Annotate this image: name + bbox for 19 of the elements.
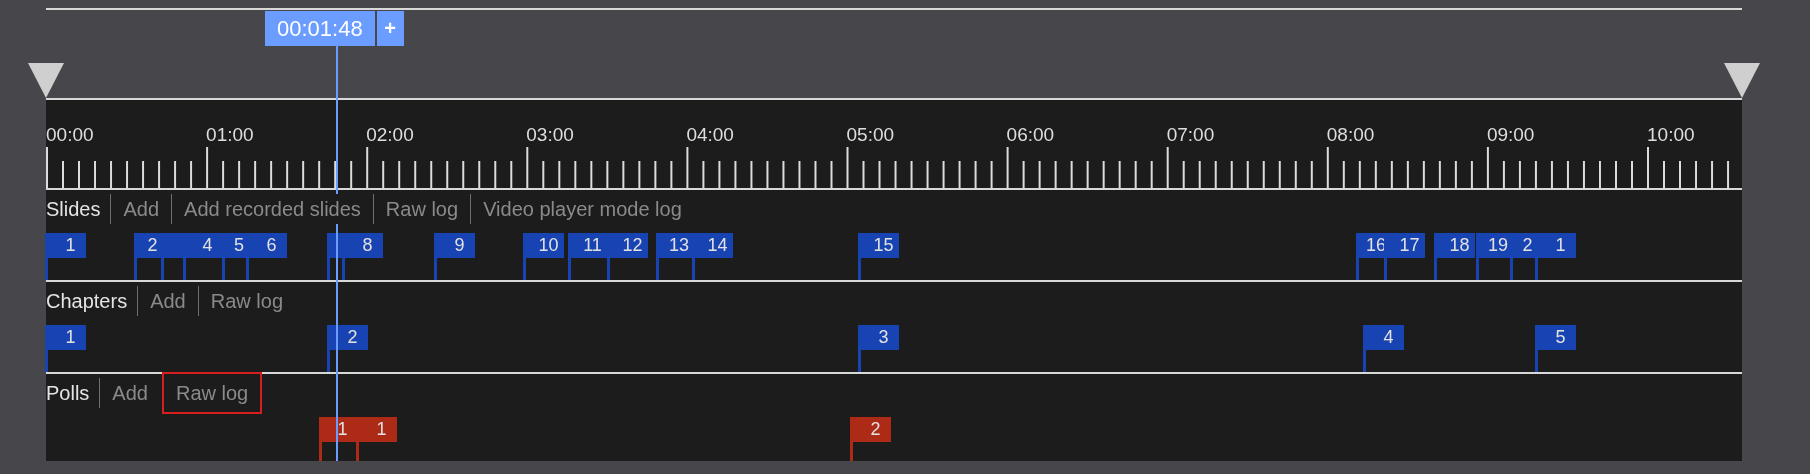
track-title: Slides	[46, 197, 102, 221]
time-label: 02:00	[366, 124, 414, 146]
track-title: Chapters	[46, 289, 129, 313]
time-label: 10:00	[1647, 124, 1695, 146]
track-link[interactable]: Raw log	[161, 372, 263, 414]
time-label: 09:00	[1486, 124, 1535, 146]
playhead-time: 00:01:48	[265, 11, 375, 46]
time-label: 04:00	[686, 124, 734, 146]
playhead-line[interactable]	[336, 46, 338, 461]
track-title: Polls	[46, 381, 91, 405]
time-label: 03:00	[526, 124, 574, 146]
time-label: 06:00	[1006, 124, 1055, 146]
time-label: 07:00	[1166, 124, 1215, 146]
time-label: 01:00	[206, 124, 254, 146]
time-label: 08:00	[1326, 124, 1375, 146]
time-label: 00:00	[46, 124, 94, 146]
start-handle-icon[interactable]	[28, 63, 64, 98]
time-label: 05:00	[846, 124, 895, 146]
end-handle-icon[interactable]	[1724, 63, 1760, 98]
